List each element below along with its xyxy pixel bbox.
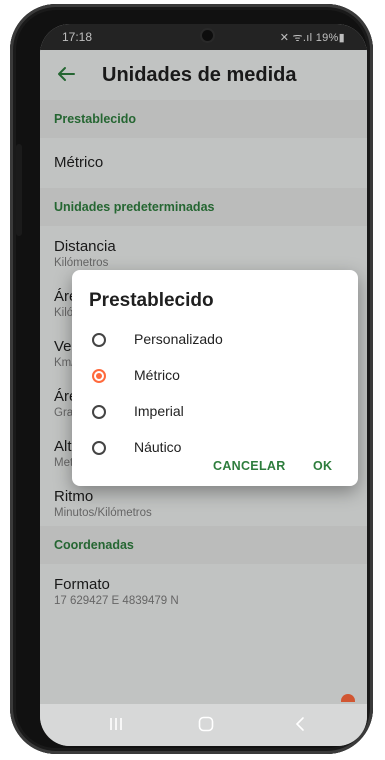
option-imperial[interactable]: Imperial	[90, 397, 330, 427]
screen: 17:18 ✕ ᯤ.ıl 19%▮ Unidades de medida Pre…	[40, 24, 367, 746]
dialog-title: Prestablecido	[89, 290, 214, 311]
option-label: Métrico	[134, 367, 180, 383]
preset-dialog: Prestablecido Personalizado Métrico Impe…	[72, 270, 358, 486]
option-label: Personalizado	[134, 331, 223, 347]
option-metrico[interactable]: Métrico	[90, 361, 330, 391]
radio-icon[interactable]	[92, 441, 106, 455]
option-label: Imperial	[134, 403, 184, 419]
radio-selected-icon[interactable]	[92, 369, 106, 383]
recent-apps-icon[interactable]	[106, 714, 126, 739]
radio-icon[interactable]	[92, 405, 106, 419]
home-icon[interactable]	[196, 714, 216, 739]
navigation-bar	[40, 704, 367, 746]
radio-icon[interactable]	[92, 333, 106, 347]
option-nautico[interactable]: Náutico	[90, 433, 330, 463]
back-nav-icon[interactable]	[290, 714, 310, 739]
option-label: Náutico	[134, 439, 182, 455]
ok-button[interactable]: OK	[313, 459, 332, 473]
option-personalizado[interactable]: Personalizado	[90, 325, 330, 355]
cancel-button[interactable]: CANCELAR	[213, 459, 286, 473]
side-button	[16, 144, 22, 236]
phone-frame: 17:18 ✕ ᯤ.ıl 19%▮ Unidades de medida Pre…	[10, 4, 373, 754]
